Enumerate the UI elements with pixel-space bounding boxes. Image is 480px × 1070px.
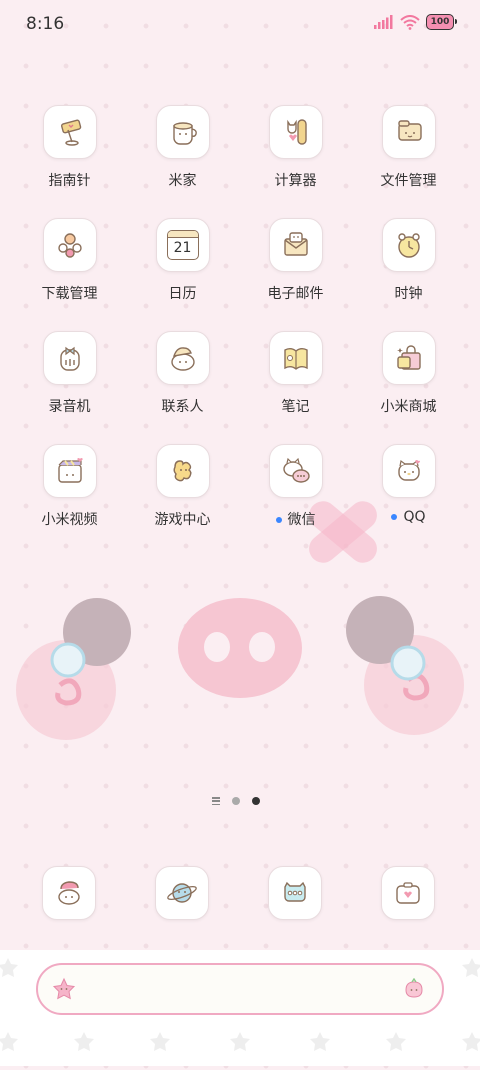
app-mi-store[interactable]: 小米商城	[352, 331, 465, 416]
messages-icon[interactable]	[268, 866, 322, 920]
app-label: 小米视频	[41, 512, 98, 528]
calculator-icon	[268, 105, 323, 159]
app-wechat[interactable]: 微信	[239, 444, 352, 529]
app-label: 游戏中心	[154, 512, 211, 528]
mi-video-icon	[42, 444, 97, 498]
app-label: QQ	[403, 509, 426, 525]
file-manager-icon	[381, 105, 436, 159]
page-indicator[interactable]	[212, 797, 260, 805]
app-label: 笔记	[281, 399, 310, 415]
app-clock[interactable]: 时钟	[352, 218, 465, 303]
app-calendar[interactable]: 21 日历	[126, 218, 239, 303]
app-label: 联系人	[161, 399, 204, 415]
app-label: 微信	[287, 512, 316, 528]
clock-icon	[381, 218, 436, 272]
app-label: 指南针	[48, 173, 91, 189]
star-search-icon	[52, 977, 76, 1000]
phone-icon[interactable]	[42, 866, 96, 920]
notification-dot	[275, 517, 282, 523]
qq-icon	[381, 444, 436, 498]
mi-store-icon	[381, 331, 436, 385]
app-notes[interactable]: 笔记	[239, 331, 352, 416]
app-drawer-indicator-icon[interactable]	[212, 797, 220, 805]
dock	[0, 866, 480, 922]
app-mi-video[interactable]: 小米视频	[13, 444, 126, 529]
voice-search-icon[interactable]	[402, 978, 426, 1000]
app-contacts[interactable]: 联系人	[126, 331, 239, 416]
app-mi-home[interactable]: 米家	[126, 105, 239, 190]
app-email[interactable]: 电子邮件	[239, 218, 352, 303]
download-manager-icon	[42, 218, 97, 272]
app-label: 电子邮件	[267, 286, 324, 302]
notification-dot	[391, 514, 398, 520]
page-dot-1[interactable]	[232, 797, 240, 805]
camera-icon[interactable]	[381, 866, 435, 920]
wifi-icon	[400, 14, 420, 30]
battery-level: 100	[430, 17, 450, 27]
app-game-center[interactable]: 游戏中心	[126, 444, 239, 529]
app-label: 文件管理	[380, 173, 437, 189]
status-time: 8:16	[26, 14, 65, 34]
app-label: 计算器	[274, 173, 317, 189]
app-label: 下载管理	[41, 286, 98, 302]
app-label: 日历	[168, 286, 197, 302]
calendar-icon: 21	[155, 218, 210, 272]
email-icon	[268, 218, 323, 272]
app-recorder[interactable]: 录音机	[13, 331, 126, 416]
app-label: 米家	[168, 173, 197, 189]
search-bar[interactable]	[36, 963, 444, 1015]
app-label: 小米商城	[380, 399, 437, 415]
compass-icon	[42, 105, 97, 159]
status-bar: 8:16 100	[0, 0, 480, 50]
wechat-icon	[268, 444, 323, 498]
app-calculator[interactable]: 计算器	[239, 105, 352, 190]
mi-home-icon	[155, 105, 210, 159]
battery-icon: 100	[426, 14, 457, 30]
app-label: 录音机	[48, 399, 91, 415]
game-center-icon	[155, 444, 210, 498]
app-file-manager[interactable]: 文件管理	[352, 105, 465, 190]
calendar-day: 21	[173, 240, 192, 256]
app-download-manager[interactable]: 下载管理	[13, 218, 126, 303]
page-dot-2-active[interactable]	[252, 797, 260, 805]
app-compass[interactable]: 指南针	[13, 105, 126, 190]
recorder-icon	[42, 331, 97, 385]
contacts-icon	[155, 331, 210, 385]
browser-icon[interactable]	[155, 866, 209, 920]
signal-icon	[374, 15, 393, 29]
notes-icon	[268, 331, 323, 385]
app-qq[interactable]: QQ	[352, 444, 465, 525]
app-label: 时钟	[394, 286, 423, 302]
